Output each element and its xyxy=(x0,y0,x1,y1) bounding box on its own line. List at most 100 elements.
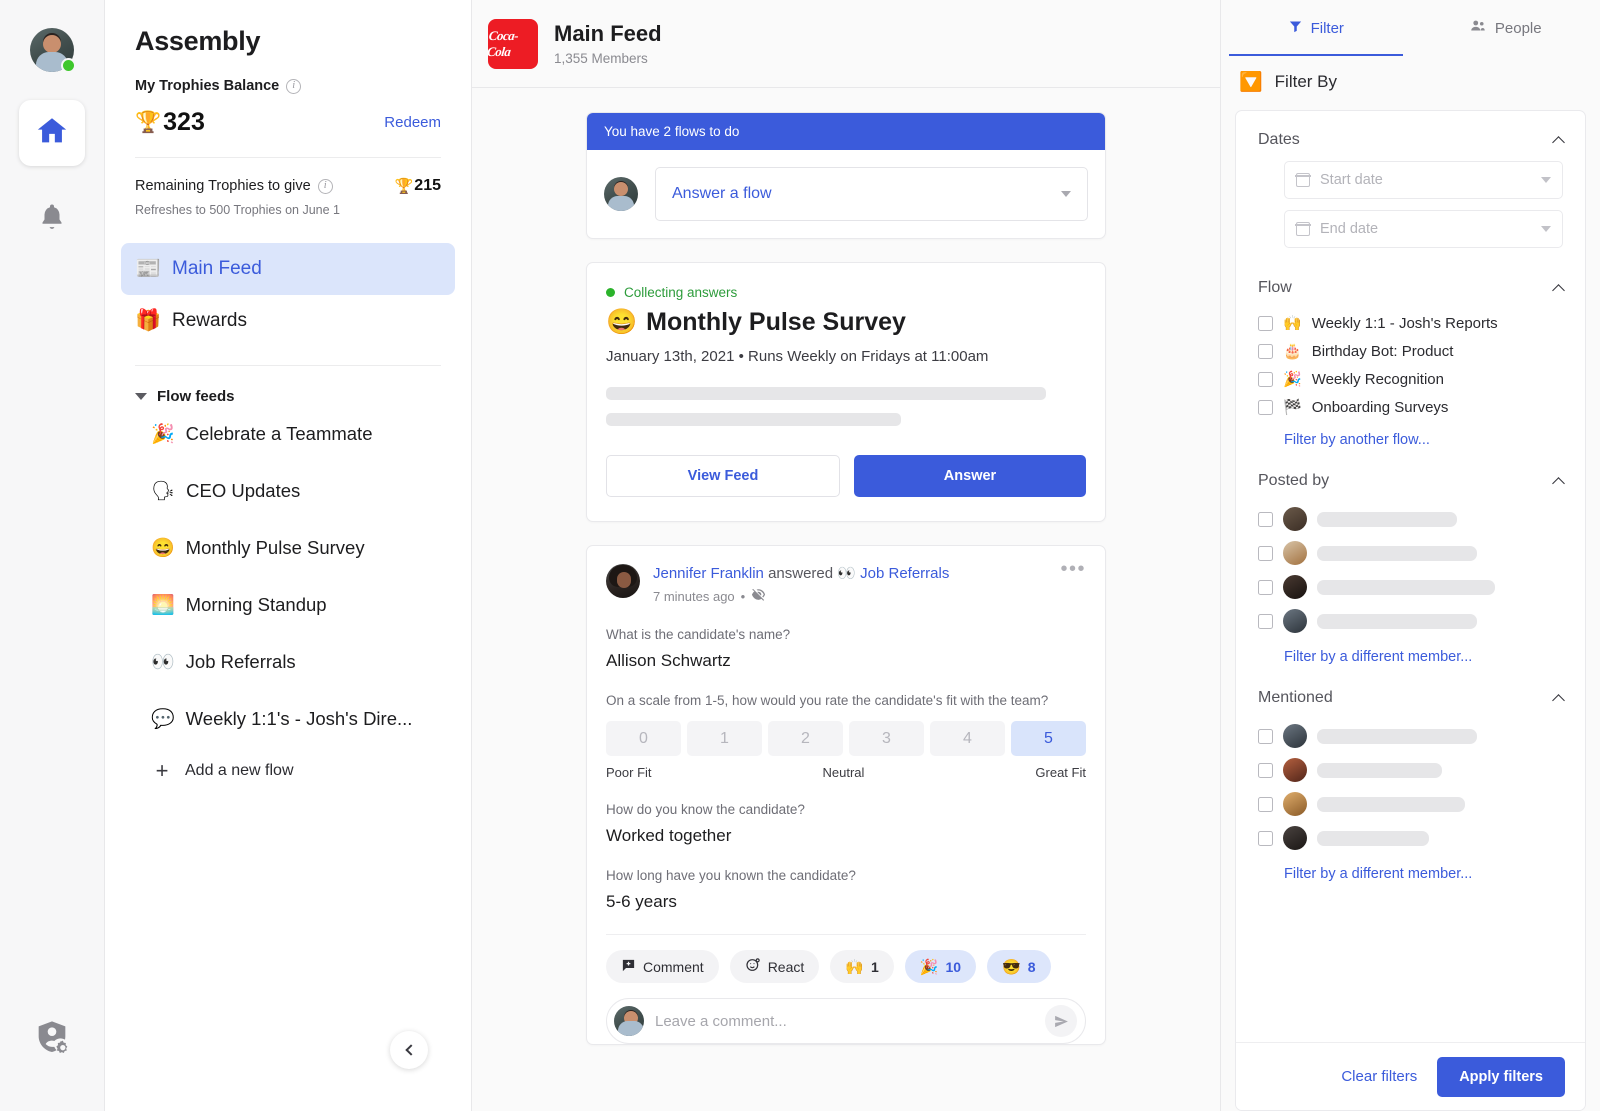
flow-label: Morning Standup xyxy=(186,594,327,616)
flow-filter-label: Onboarding Surveys xyxy=(1312,399,1449,416)
checkbox[interactable] xyxy=(1258,512,1273,527)
mentioned-row[interactable] xyxy=(1258,753,1563,787)
react-button[interactable]: React xyxy=(730,950,820,983)
chevron-down-icon[interactable] xyxy=(135,393,147,400)
checkbox[interactable] xyxy=(1258,831,1273,846)
sidebar-flow-weekly-1-1s[interactable]: 💬 Weekly 1:1's - Josh's Dire... xyxy=(105,690,471,747)
clear-filters-button[interactable]: Clear filters xyxy=(1341,1068,1417,1085)
tab-people[interactable]: People xyxy=(1411,0,1600,56)
filter-scroll-area[interactable]: Dates Start date End date Flow xyxy=(1236,111,1585,1042)
mentioned-row[interactable] xyxy=(1258,821,1563,855)
chevron-up-icon[interactable] xyxy=(1552,477,1565,490)
checkbox[interactable] xyxy=(1258,372,1273,387)
rating-option-0[interactable]: 0 xyxy=(606,721,681,756)
react-label: React xyxy=(768,959,805,975)
checkbox[interactable] xyxy=(1258,763,1273,778)
flow-label: Weekly 1:1's - Josh's Dire... xyxy=(186,708,413,730)
remaining-trophies-label: Remaining Trophies to give xyxy=(135,178,311,194)
comment-input[interactable]: Leave a comment... xyxy=(655,1013,1034,1030)
answer-button[interactable]: Answer xyxy=(854,455,1086,497)
admin-shield-gear-icon[interactable] xyxy=(32,1018,72,1063)
checkbox[interactable] xyxy=(1258,614,1273,629)
trophy-balance-value: 323 xyxy=(163,108,205,137)
info-icon[interactable]: i xyxy=(286,79,301,94)
mentioned-row[interactable] xyxy=(1258,719,1563,753)
checkbox[interactable] xyxy=(1258,797,1273,812)
checkbox[interactable] xyxy=(1258,729,1273,744)
chevron-up-icon[interactable] xyxy=(1552,284,1565,297)
reaction-chip-party-popper[interactable]: 🎉 10 xyxy=(905,950,976,983)
checkbox[interactable] xyxy=(1258,546,1273,561)
tab-filter[interactable]: Filter xyxy=(1221,0,1411,56)
filter-by-different-member-link[interactable]: Filter by a different member... xyxy=(1258,638,1563,669)
chevron-up-icon[interactable] xyxy=(1552,136,1565,149)
checkbox[interactable] xyxy=(1258,580,1273,595)
apply-filters-button[interactable]: Apply filters xyxy=(1437,1057,1565,1097)
flow-feeds-header[interactable]: Flow feeds xyxy=(105,388,471,405)
view-feed-button[interactable]: View Feed xyxy=(606,455,840,497)
comment-composer[interactable]: Leave a comment... xyxy=(606,998,1086,1044)
send-comment-button[interactable] xyxy=(1045,1005,1077,1037)
rating-option-4[interactable]: 4 xyxy=(930,721,1005,756)
rating-option-2[interactable]: 2 xyxy=(768,721,843,756)
eyes-icon: 👀 xyxy=(151,650,175,674)
collapse-sidebar-button[interactable] xyxy=(390,1031,428,1069)
flow-filter-label: Weekly Recognition xyxy=(1312,371,1444,388)
bell-icon xyxy=(37,202,67,237)
answer-a-flow-select[interactable]: Answer a flow xyxy=(655,167,1088,221)
flow-filter-onboarding-surveys[interactable]: 🏁 Onboarding Surveys xyxy=(1258,393,1563,421)
scale-label-mid: Neutral xyxy=(823,765,865,780)
flow-filter-weekly-1-1-josh[interactable]: 🙌 Weekly 1:1 - Josh's Reports xyxy=(1258,309,1563,337)
avatar[interactable] xyxy=(606,564,640,598)
comment-button[interactable]: Comment xyxy=(606,950,719,983)
redeem-link[interactable]: Redeem xyxy=(384,114,441,131)
app-root: Assembly My Trophies Balance i 🏆 323 Red… xyxy=(0,0,1600,1111)
sidebar-flow-morning-standup[interactable]: 🌅 Morning Standup xyxy=(105,576,471,633)
panel-tabs: Filter People xyxy=(1221,0,1600,56)
section-title: Dates xyxy=(1258,131,1300,149)
sidebar: Assembly My Trophies Balance i 🏆 323 Red… xyxy=(105,0,472,1111)
avatar[interactable] xyxy=(30,28,74,72)
hidden-eye-icon xyxy=(751,587,766,605)
coca-cola-logo: Coca-Cola xyxy=(488,19,538,69)
add-new-flow-button[interactable]: + Add a new flow xyxy=(105,747,471,795)
reaction-chip-sunglasses[interactable]: 😎 8 xyxy=(987,950,1050,983)
sidebar-flow-ceo-updates[interactable]: 🗣 CEO Updates xyxy=(105,462,471,519)
rating-option-1[interactable]: 1 xyxy=(687,721,762,756)
remaining-trophies-value: 215 xyxy=(414,177,441,195)
sidebar-flow-monthly-pulse-survey[interactable]: 😄 Monthly Pulse Survey xyxy=(105,519,471,576)
post-flow-link[interactable]: Job Referrals xyxy=(860,565,949,582)
filter-by-another-flow-link[interactable]: Filter by another flow... xyxy=(1258,421,1563,452)
member-name-placeholder xyxy=(1317,580,1495,595)
sidebar-item-main-feed[interactable]: 📰 Main Feed xyxy=(121,243,455,295)
info-icon[interactable]: i xyxy=(318,179,333,194)
reaction-count: 8 xyxy=(1028,959,1036,975)
checkbox[interactable] xyxy=(1258,316,1273,331)
sidebar-flow-celebrate-a-teammate[interactable]: 🎉 Celebrate a Teammate xyxy=(105,405,471,462)
start-date-input[interactable]: Start date xyxy=(1284,161,1563,199)
section-title: Flow xyxy=(1258,279,1292,297)
sidebar-flow-job-referrals[interactable]: 👀 Job Referrals xyxy=(105,633,471,690)
checkbox[interactable] xyxy=(1258,344,1273,359)
section-title: Posted by xyxy=(1258,472,1329,490)
rail-notifications-button[interactable] xyxy=(19,186,85,252)
reaction-count: 10 xyxy=(945,959,961,975)
mentioned-row[interactable] xyxy=(1258,787,1563,821)
rating-option-3[interactable]: 3 xyxy=(849,721,924,756)
end-date-input[interactable]: End date xyxy=(1284,210,1563,248)
filter-by-different-member-link[interactable]: Filter by a different member... xyxy=(1258,855,1563,886)
reaction-chip-raised-hands[interactable]: 🙌 1 xyxy=(830,950,893,983)
chevron-up-icon[interactable] xyxy=(1552,694,1565,707)
posted-by-row[interactable] xyxy=(1258,604,1563,638)
checkbox[interactable] xyxy=(1258,400,1273,415)
flow-filter-birthday-bot[interactable]: 🎂 Birthday Bot: Product xyxy=(1258,337,1563,365)
rail-home-button[interactable] xyxy=(19,100,85,166)
posted-by-row[interactable] xyxy=(1258,536,1563,570)
sidebar-item-rewards[interactable]: 🎁 Rewards xyxy=(121,295,455,347)
flow-filter-weekly-recognition[interactable]: 🎉 Weekly Recognition xyxy=(1258,365,1563,393)
post-author-link[interactable]: Jennifer Franklin xyxy=(653,565,764,582)
post-more-options-button[interactable]: ••• xyxy=(1060,564,1086,574)
posted-by-row[interactable] xyxy=(1258,570,1563,604)
rating-option-5-selected[interactable]: 5 xyxy=(1011,721,1086,756)
posted-by-row[interactable] xyxy=(1258,502,1563,536)
